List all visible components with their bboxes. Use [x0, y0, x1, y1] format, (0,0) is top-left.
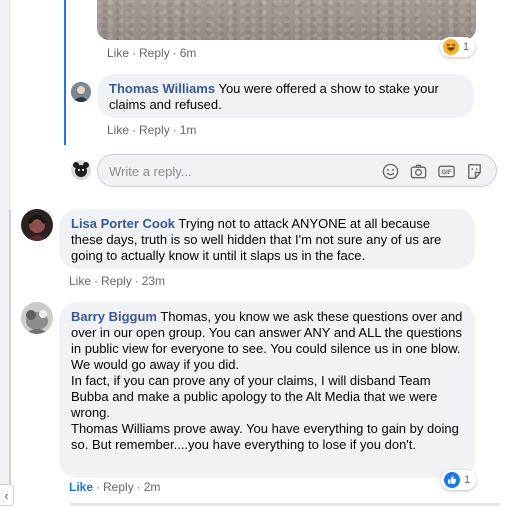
haha-emoji-icon [443, 39, 459, 55]
emoji-icon[interactable] [381, 162, 400, 181]
comment-actions: Like · Reply · 6m [107, 46, 197, 60]
svg-text:GIF: GIF [441, 169, 451, 176]
like-button[interactable]: Like [69, 480, 93, 494]
collapse-thread-button[interactable]: ‹ [0, 484, 14, 506]
reaction-summary[interactable]: 1 [441, 470, 477, 490]
reply-button[interactable]: Reply [103, 480, 134, 494]
comment-timestamp[interactable]: 2m [144, 480, 161, 494]
like-button[interactable]: Like [107, 46, 129, 60]
comment-image-attachment[interactable] [97, 0, 476, 40]
comment-timestamp[interactable]: 6m [180, 46, 197, 60]
reply-composer: GIF [97, 154, 497, 187]
comment-text: Thomas Williams prove away. You have eve… [71, 421, 459, 452]
comment-author[interactable]: Lisa Porter Cook [71, 216, 175, 231]
comment-author[interactable]: Thomas Williams [109, 81, 215, 96]
comment-bubble: Lisa Porter Cook Trying not to attack AN… [59, 209, 475, 269]
reply-thread-line [64, 0, 66, 145]
camera-icon[interactable] [409, 162, 428, 181]
comment-actions: Like · Reply · 2m [69, 480, 161, 494]
comment-author[interactable]: Barry Biggum [71, 309, 157, 324]
comment-bubble: Thomas Williams You were offered a show … [97, 74, 474, 118]
comment-bubble: Barry Biggum Thomas, you know we ask the… [59, 302, 475, 478]
avatar[interactable] [71, 82, 91, 102]
reply-button[interactable]: Reply [139, 46, 170, 60]
user-photo-icon [71, 82, 91, 102]
comment-timestamp[interactable]: 1m [180, 123, 197, 137]
avatar[interactable] [21, 302, 53, 334]
user-photo-icon [71, 160, 91, 180]
reply-button[interactable]: Reply [139, 123, 170, 137]
like-thumb-icon [444, 472, 460, 488]
current-user-avatar[interactable] [71, 160, 91, 180]
comment-thread-line [9, 210, 11, 506]
user-photo-icon [21, 302, 53, 334]
reaction-count: 1 [463, 41, 470, 53]
comment-actions: Like · Reply · 23m [69, 274, 166, 288]
user-photo-icon [21, 209, 53, 241]
comment-actions: Like · Reply · 1m [107, 123, 197, 137]
like-button[interactable]: Like [107, 123, 129, 137]
avatar[interactable] [21, 209, 53, 241]
reaction-summary[interactable]: 1 [440, 37, 476, 57]
gif-icon[interactable]: GIF [437, 162, 456, 181]
reply-button[interactable]: Reply [101, 274, 132, 288]
reply-input[interactable] [109, 163, 349, 180]
comment-timestamp[interactable]: 23m [142, 274, 165, 288]
comment-text: In fact, if you can prove any of your cl… [71, 373, 438, 420]
chevron-left-icon: ‹ [4, 487, 9, 503]
like-button[interactable]: Like [69, 274, 91, 288]
sticker-icon[interactable] [465, 162, 484, 181]
reaction-count: 1 [464, 474, 471, 486]
